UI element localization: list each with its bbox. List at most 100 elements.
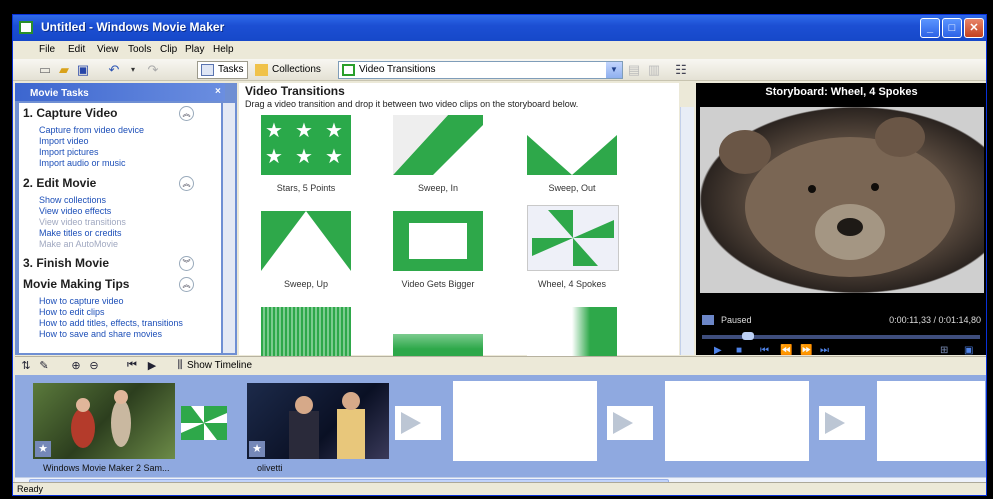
status-bar: Ready <box>13 482 986 495</box>
chevron-down-icon[interactable]: ▼ <box>606 62 622 78</box>
svg-text:★: ★ <box>265 118 283 142</box>
tip-add-titles[interactable]: How to add titles, effects, transitions <box>39 318 183 328</box>
transition-sweep-out[interactable] <box>527 115 617 175</box>
seek-handle[interactable] <box>741 332 754 340</box>
new-collection-icon[interactable]: ▥ <box>646 62 662 78</box>
collapse-icon[interactable]: ︽ <box>179 176 194 191</box>
transitions-scrollbar[interactable] <box>680 107 694 355</box>
movie-maker-icon <box>19 21 33 34</box>
empty-clip-slot[interactable] <box>665 381 809 461</box>
preview-monitor: Storyboard: Wheel, 4 Spokes Paused 0:00:… <box>696 83 986 356</box>
task-show-collections[interactable]: Show collections <box>39 195 106 205</box>
save-project-icon[interactable]: ▣ <box>75 62 91 78</box>
collections-button[interactable]: Collections <box>251 61 325 79</box>
transition-video-gets-bigger[interactable] <box>393 211 483 271</box>
stop-icon[interactable]: ■ <box>736 345 742 356</box>
task-automovie: Make an AutoMovie <box>39 239 119 249</box>
rewind-icon[interactable]: ⏪ <box>780 345 792 356</box>
transition-wheel-4-spokes[interactable] <box>527 205 619 271</box>
play-icon[interactable]: ▶ <box>714 345 722 356</box>
svg-text:★: ★ <box>295 118 313 142</box>
seek-bar[interactable] <box>702 332 980 340</box>
title-bar[interactable]: Untitled - Windows Movie Maker _ □ ✕ <box>13 15 986 41</box>
maximize-button[interactable]: □ <box>942 18 962 38</box>
transitions-title: Video Transitions <box>245 84 345 98</box>
empty-transition-slot[interactable] <box>395 406 441 440</box>
rewind-storyboard-icon[interactable]: ⏮ <box>125 359 139 372</box>
collapse-icon[interactable]: ︽ <box>179 277 194 292</box>
tip-capture-video[interactable]: How to capture video <box>39 296 124 306</box>
transition-stars-5-points[interactable]: ★ ★ ★ ★ ★ ★ <box>261 115 351 175</box>
open-project-icon[interactable]: ▰ <box>56 62 72 78</box>
app-window: Untitled - Windows Movie Maker _ □ ✕ Fil… <box>12 14 987 496</box>
undo-icon[interactable]: ↶ <box>106 62 122 78</box>
previous-frame-icon[interactable]: ⏮ <box>760 345 769 356</box>
status-text: Ready <box>17 484 44 494</box>
menu-tools[interactable]: Tools <box>128 44 151 55</box>
forward-icon[interactable]: ⏩ <box>800 345 812 356</box>
empty-clip-slot[interactable] <box>453 381 597 461</box>
set-audio-levels-icon[interactable]: ⇅ <box>19 359 33 372</box>
tip-edit-clips[interactable]: How to edit clips <box>39 307 105 317</box>
split-icon[interactable]: ⊞ <box>940 345 948 356</box>
task-import-audio[interactable]: Import audio or music <box>39 158 126 168</box>
minimize-button[interactable]: _ <box>920 18 940 38</box>
svg-text:★: ★ <box>325 118 343 142</box>
menu-clip[interactable]: Clip <box>160 44 177 55</box>
redo-icon[interactable]: ↷ <box>145 62 161 78</box>
section-edit-movie[interactable]: 2. Edit Movie <box>23 176 96 190</box>
tip-save-share[interactable]: How to save and share movies <box>39 329 162 339</box>
up-folder-icon[interactable]: ▤ <box>626 62 642 78</box>
transition-label: Wheel, 4 Spokes <box>537 279 607 289</box>
transition-sweep-in[interactable] <box>393 115 483 175</box>
play-storyboard-icon[interactable]: ▶ <box>145 359 159 372</box>
transition-sweep-up[interactable] <box>261 211 351 271</box>
storyboard-clip[interactable]: ★ <box>33 383 175 459</box>
next-frame-icon[interactable]: ⏭ <box>820 345 829 356</box>
zoom-out-icon[interactable]: ⊖ <box>87 359 101 372</box>
views-icon[interactable]: ☷ <box>673 62 689 78</box>
new-project-icon[interactable]: ▭ <box>37 62 53 78</box>
svg-text:★: ★ <box>325 144 343 168</box>
snapshot-icon[interactable]: ▣ <box>964 345 973 356</box>
storyboard-clip[interactable]: ★ <box>247 383 389 459</box>
task-make-titles[interactable]: Make titles or credits <box>39 228 122 238</box>
undo-dropdown-icon[interactable]: ▾ <box>125 62 141 78</box>
movie-tasks-pane: Movie Tasks × 1. Capture Video ︽ Capture… <box>15 83 237 355</box>
close-icon[interactable]: × <box>215 86 221 97</box>
expand-icon[interactable]: ︾ <box>179 256 194 271</box>
menu-play[interactable]: Play <box>185 44 204 55</box>
narrate-icon[interactable]: ✎ <box>37 359 51 372</box>
paused-icon <box>702 315 714 325</box>
transition-label: Sweep, Out <box>548 183 596 193</box>
tasks-scrollbar[interactable] <box>223 103 235 353</box>
menu-view[interactable]: View <box>97 44 119 55</box>
menu-file[interactable]: File <box>39 44 55 55</box>
task-import-video[interactable]: Import video <box>39 136 89 146</box>
preview-title: Storyboard: Wheel, 4 Spokes <box>765 86 918 98</box>
timeline-icon[interactable]: ⫼ <box>173 359 187 372</box>
collection-dropdown[interactable]: Video Transitions ▼ <box>338 61 623 79</box>
transition-slot-wheel[interactable] <box>181 406 227 440</box>
show-timeline-button[interactable]: Show Timeline <box>187 360 252 371</box>
empty-transition-slot[interactable] <box>819 406 865 440</box>
task-view-effects[interactable]: View video effects <box>39 206 111 216</box>
empty-transition-slot[interactable] <box>607 406 653 440</box>
menu-help[interactable]: Help <box>213 44 234 55</box>
task-view-transitions: View video transitions <box>39 217 126 227</box>
tasks-button[interactable]: Tasks <box>197 61 248 79</box>
task-capture-device[interactable]: Capture from video device <box>39 125 144 135</box>
svg-text:★: ★ <box>265 144 283 168</box>
zoom-in-icon[interactable]: ⊕ <box>69 359 83 372</box>
section-finish-movie[interactable]: 3. Finish Movie <box>23 256 109 270</box>
menu-edit[interactable]: Edit <box>68 44 85 55</box>
task-import-pictures[interactable]: Import pictures <box>39 147 99 157</box>
section-capture-video[interactable]: 1. Capture Video <box>23 106 117 120</box>
collapse-icon[interactable]: ︽ <box>179 106 194 121</box>
close-button[interactable]: ✕ <box>964 18 984 38</box>
collection-icon <box>342 64 355 76</box>
empty-clip-slot[interactable] <box>877 381 985 461</box>
storyboard: ★ Windows Movie Maker 2 Sam... ★ olivett… <box>15 375 986 477</box>
transition-label: Sweep, In <box>417 183 459 193</box>
section-movie-tips[interactable]: Movie Making Tips <box>23 277 129 291</box>
